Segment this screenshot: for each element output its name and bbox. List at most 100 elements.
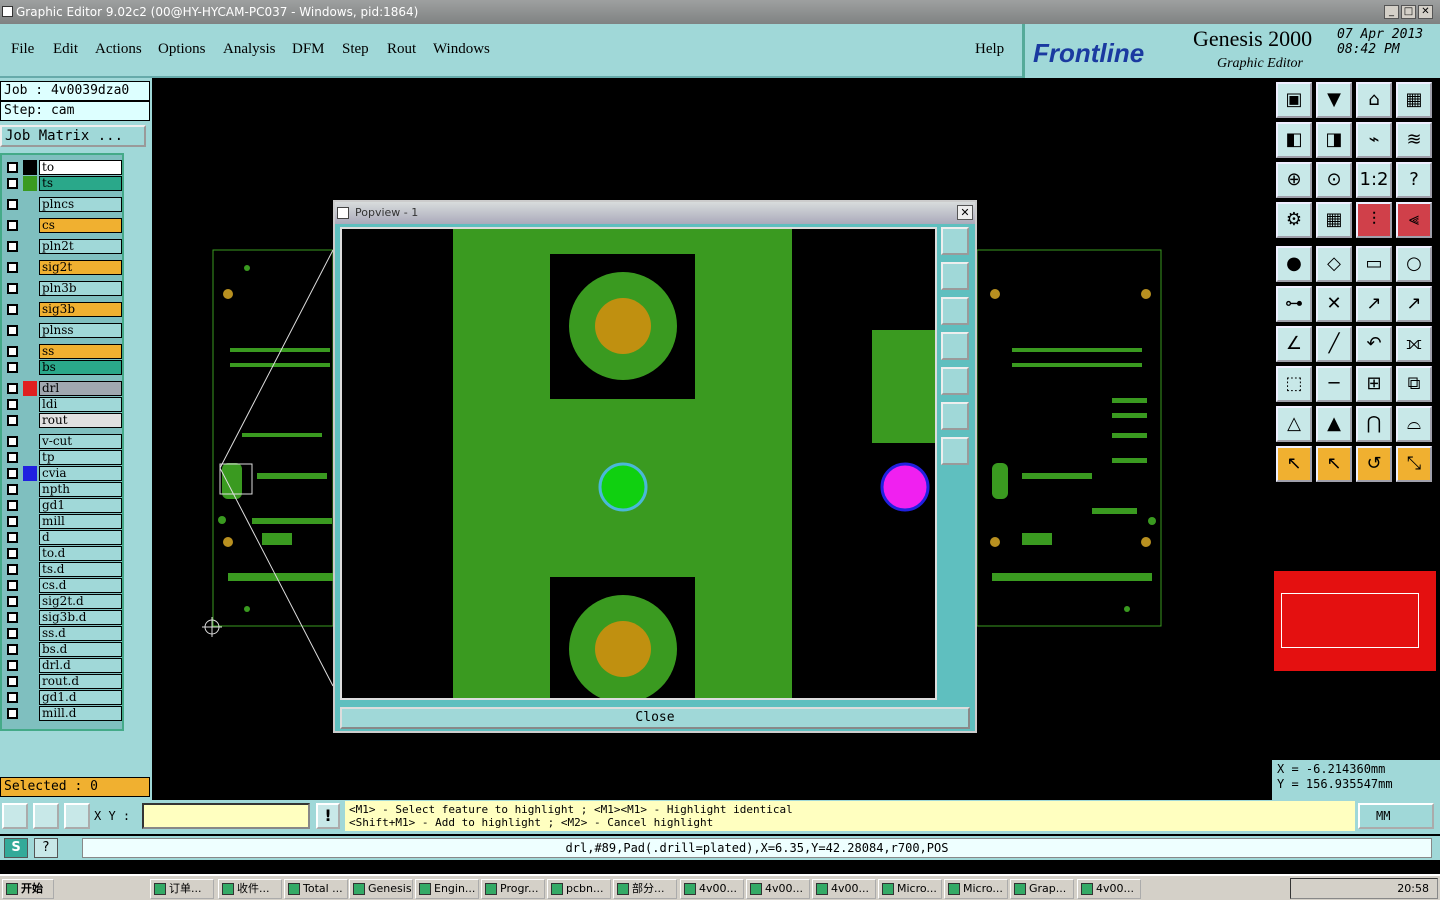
layer-name[interactable]: sig3b.d [39,610,122,625]
pv-zoom-home-button[interactable] [941,227,969,255]
snap-feature-icon[interactable]: ⫷ [1396,202,1432,238]
pan-left-icon[interactable]: ◧ [1276,122,1312,158]
layer-name[interactable]: ts.d [39,562,122,577]
layer-row-pln3b[interactable]: pln3b [4,281,122,296]
layer-checkbox[interactable] [7,220,18,231]
pv-zoom-in-button[interactable] [941,402,969,430]
taskbar-item[interactable]: 4v00... [812,879,876,899]
layer-row-ss[interactable]: ss [4,344,122,359]
layer-row-tp[interactable]: tp [4,450,122,465]
layer-color-swatch[interactable] [23,381,37,396]
layer-row-plnss[interactable]: plnss [4,323,122,338]
taskbar-item[interactable]: Micro... [878,879,942,899]
layer-row-ss.d[interactable]: ss.d [4,626,122,641]
tool-measure-icon[interactable] [33,803,59,829]
layer-name[interactable]: v-cut [39,434,122,449]
layer-name[interactable]: gd1 [39,498,122,513]
select-pad-icon[interactable]: ● [1276,246,1312,282]
layer-name[interactable]: gd1.d [39,690,122,705]
layer-name[interactable]: sig2t [39,260,122,275]
menu-file[interactable]: File [11,41,34,58]
layer-name[interactable]: d [39,530,122,545]
pv-pan-down-button[interactable] [941,297,969,325]
rotate-select-icon[interactable]: ↺ [1356,446,1392,482]
curve-icon[interactable]: ⌓ [1396,406,1432,442]
grid-icon[interactable]: ▦ [1316,202,1352,238]
layer-checkbox[interactable] [7,178,18,189]
layer-color-swatch[interactable] [23,323,37,338]
layer-name[interactable]: ss [39,344,122,359]
layer-row-ldi[interactable]: ldi [4,397,122,412]
job-matrix-button[interactable]: Job Matrix ... [0,125,146,147]
pv-zoom-out-button[interactable] [941,437,969,465]
overview-map[interactable] [1274,571,1436,671]
redraw-icon[interactable]: ≋ [1396,122,1432,158]
taskbar-item[interactable]: 订单... [150,879,214,899]
layer-checkbox[interactable] [7,415,18,426]
layer-row-d[interactable]: d [4,530,122,545]
layer-checkbox[interactable] [7,500,18,511]
layer-color-swatch[interactable] [23,658,37,673]
layer-name[interactable]: to.d [39,546,122,561]
pv-pan-up-button[interactable] [941,262,969,290]
menu-step[interactable]: Step [342,41,369,58]
layer-row-rout[interactable]: rout [4,413,122,428]
layer-row-ts.d[interactable]: ts.d [4,562,122,577]
layer-color-swatch[interactable] [23,530,37,545]
layer-checkbox[interactable] [7,708,18,719]
layer-checkbox[interactable] [7,436,18,447]
menu-edit[interactable]: Edit [53,41,78,58]
layer-checkbox[interactable] [7,452,18,463]
taskbar-item[interactable]: 4v00... [1077,879,1141,899]
genesis-script-icon[interactable]: S [4,838,28,858]
close-window-button[interactable]: ✕ [1418,5,1433,19]
layer-checkbox[interactable] [7,304,18,315]
layer-name[interactable]: npth [39,482,122,497]
arc-icon[interactable]: ↶ [1356,326,1392,362]
layer-color-swatch[interactable] [23,674,37,689]
layer-checkbox[interactable] [7,199,18,210]
layer-checkbox[interactable] [7,325,18,336]
center-icon[interactable]: ⊙ [1316,162,1352,198]
layer-name[interactable]: sig3b [39,302,122,317]
snap-net-icon[interactable]: ⫶ [1356,202,1392,238]
layer-name[interactable]: mill.d [39,706,122,721]
layer-row-ts[interactable]: ts [4,176,122,191]
layer-checkbox[interactable] [7,262,18,273]
pv-pan-right-button[interactable] [941,367,969,395]
popview-close-icon[interactable]: ✕ [957,205,973,220]
layer-name[interactable]: bs [39,360,122,375]
layer-color-swatch[interactable] [23,690,37,705]
layer-color-swatch[interactable] [23,514,37,529]
layer-name[interactable]: mill [39,514,122,529]
copy-icon[interactable]: ⧉ [1396,366,1432,402]
layer-checkbox[interactable] [7,468,18,479]
line-draw-icon[interactable]: ∠ [1276,326,1312,362]
layer-row-v-cut[interactable]: v-cut [4,434,122,449]
taskbar-item[interactable]: 部分... [613,879,677,899]
layer-row-drl.d[interactable]: drl.d [4,658,122,673]
menu-help[interactable]: Help [975,41,1004,58]
taskbar-item[interactable]: Total ... [284,879,348,899]
layer-color-swatch[interactable] [23,397,37,412]
menu-windows[interactable]: Windows [433,41,490,58]
select-arrow-icon[interactable]: ↖ [1316,446,1352,482]
layer-checkbox[interactable] [7,644,18,655]
layer-color-swatch[interactable] [23,466,37,481]
layer-color-swatch[interactable] [23,594,37,609]
tool-snap-icon[interactable] [2,803,28,829]
layer-checkbox[interactable] [7,241,18,252]
layer-name[interactable]: rout [39,413,122,428]
layer-name[interactable]: tp [39,450,122,465]
layer-name[interactable]: sig2t.d [39,594,122,609]
layer-checkbox[interactable] [7,564,18,575]
layer-row-sig2t[interactable]: sig2t [4,260,122,275]
alert-icon[interactable]: ! [316,803,340,829]
tool-grid-icon[interactable] [64,803,90,829]
layer-row-plncs[interactable]: plncs [4,197,122,212]
layer-row-bs.d[interactable]: bs.d [4,642,122,657]
layer-checkbox[interactable] [7,612,18,623]
layer-checkbox[interactable] [7,532,18,543]
layer-checkbox[interactable] [7,484,18,495]
layer-checkbox[interactable] [7,516,18,527]
